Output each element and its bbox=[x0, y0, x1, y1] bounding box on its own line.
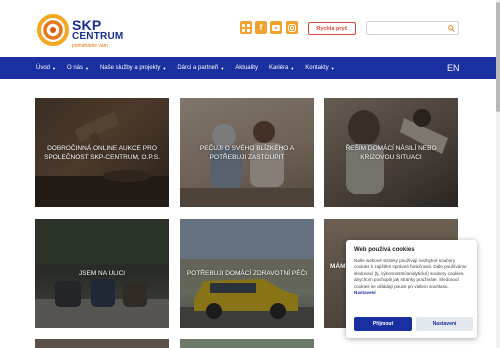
facebook-icon[interactable]: f bbox=[255, 21, 267, 34]
youtube-icon[interactable] bbox=[270, 21, 282, 34]
chevron-down-icon: ▼ bbox=[220, 65, 225, 71]
nav-item-label: O nás bbox=[66, 65, 83, 71]
logo[interactable]: SKP CENTRUM pomáháme vám bbox=[36, 12, 126, 52]
nav-items: Úvod ▼ O nás ▼ Naše služby a projekty ▼ Dárci … bbox=[36, 57, 346, 79]
scrollbar-thumb[interactable] bbox=[496, 2, 500, 112]
instagram-icon[interactable] bbox=[286, 21, 298, 34]
chevron-down-icon: ▼ bbox=[330, 65, 335, 71]
nav-item-label: Aktuality bbox=[235, 65, 258, 71]
nav-item[interactable]: Kariéra ▼ bbox=[269, 65, 294, 71]
cookie-settings-link[interactable]: Nastavení bbox=[354, 290, 376, 295]
search-input[interactable] bbox=[366, 21, 459, 35]
tile-auction[interactable]: DOBROČINNÁ ONLINE AUKCE PRO SPOLEČNOST S… bbox=[35, 98, 169, 207]
nav-item[interactable]: Aktuality bbox=[235, 65, 258, 71]
tile-next-row bbox=[35, 339, 169, 348]
nav-item[interactable]: Naše služby a projekty ▼ bbox=[100, 65, 166, 71]
logo-tagline: pomáháme vám bbox=[72, 43, 108, 49]
tile-home-care[interactable]: POTŘEBUJI DOMÁCÍ ZDRAVOTNÍ PÉČI bbox=[180, 219, 314, 328]
nav-item[interactable]: O nás ▼ bbox=[67, 65, 89, 71]
nav-item[interactable]: Dárci a partneři ▼ bbox=[177, 65, 224, 71]
scrollbar[interactable] bbox=[496, 0, 500, 348]
cookie-text: Naše webové stránky používají nezbytné s… bbox=[354, 258, 467, 296]
nav-item[interactable]: Kontakty ▼ bbox=[305, 65, 334, 71]
tile-domestic-violence[interactable]: ŘEŠÍM DOMÁCÍ NÁSILÍ NEBO KRIZOVOU SITUAC… bbox=[324, 98, 458, 207]
nav-item-label: Úvod bbox=[36, 65, 51, 71]
tile-label: ŘEŠÍM DOMÁCÍ NÁSILÍ NEBO KRIZOVOU SITUAC… bbox=[345, 144, 437, 161]
tile-label: PEČUJI O SVÉHO BLÍZKÉHO A POTŘEBUJI ZAST… bbox=[199, 144, 295, 161]
cookie-dialog: Web používá cookies Naše webové stránky … bbox=[346, 240, 477, 338]
tile-label: JSEM NA ULICI bbox=[78, 270, 126, 277]
chevron-down-icon: ▼ bbox=[52, 65, 56, 71]
cookie-accept-button[interactable]: Přijmout bbox=[354, 317, 412, 331]
logo-subtitle: CENTRUM bbox=[72, 31, 124, 42]
tile-next-row bbox=[180, 339, 314, 348]
nav-item[interactable]: Úvod ▼ bbox=[36, 65, 56, 71]
nav-item-label: Kariéra bbox=[268, 65, 289, 71]
chevron-down-icon: ▼ bbox=[290, 65, 295, 71]
chevron-down-icon: ▼ bbox=[162, 65, 167, 71]
tile-homeless[interactable]: JSEM NA ULICI bbox=[35, 219, 169, 328]
cookie-title: Web používá cookies bbox=[354, 247, 415, 253]
tile-label: DOBROČINNÁ ONLINE AUKCE PRO SPOLEČNOST S… bbox=[44, 144, 160, 161]
logo-title: SKP bbox=[72, 17, 102, 33]
search-icon[interactable] bbox=[448, 25, 455, 32]
quick-exit-button[interactable]: Rychlá pryč bbox=[308, 22, 356, 35]
main-nav: Úvod ▼ O nás ▼ Naše služby a projekty ▼ Dárci … bbox=[0, 57, 500, 79]
logo-swirl-icon bbox=[37, 14, 69, 46]
nav-item-label: Naše služby a projekty bbox=[99, 65, 161, 71]
page: SKP CENTRUM pomáháme vám f Rychlá pryč Ú… bbox=[0, 0, 500, 348]
tile-caregiver[interactable]: PEČUJI O SVÉHO BLÍZKÉHO A POTŘEBUJI ZAST… bbox=[180, 98, 314, 207]
tile-label: POTŘEBUJI DOMÁCÍ ZDRAVOTNÍ PÉČI bbox=[186, 270, 308, 277]
cookie-settings-button[interactable]: Nastavení bbox=[416, 317, 473, 331]
chevron-down-icon: ▼ bbox=[85, 65, 89, 71]
grid-icon[interactable] bbox=[240, 21, 252, 34]
language-switch[interactable]: EN bbox=[447, 63, 460, 73]
nav-item-label: Kontakty bbox=[305, 65, 329, 71]
nav-item-label: Dárci a partneři bbox=[177, 65, 219, 71]
